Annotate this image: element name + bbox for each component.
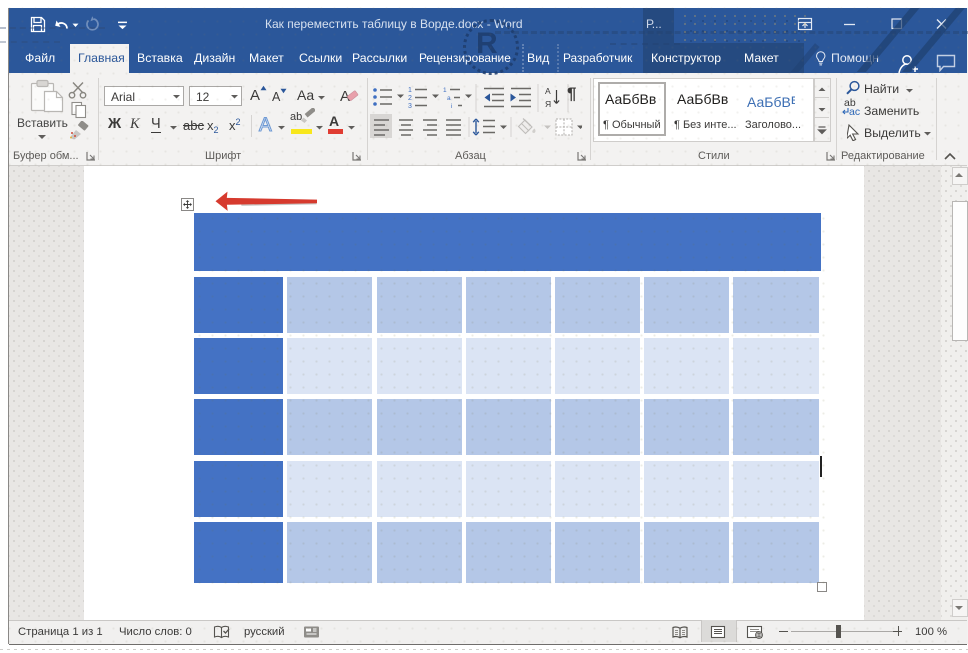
svg-text:1: 1 xyxy=(443,87,447,94)
svg-text:А: А xyxy=(545,86,551,96)
svg-text:i: i xyxy=(451,103,452,110)
svg-text:2: 2 xyxy=(408,95,412,102)
svg-text:3: 3 xyxy=(408,103,412,110)
svg-text:A: A xyxy=(259,115,272,136)
svg-text:Я: Я xyxy=(545,99,551,109)
svg-text:1: 1 xyxy=(408,87,412,94)
svg-text:a: a xyxy=(447,95,451,102)
